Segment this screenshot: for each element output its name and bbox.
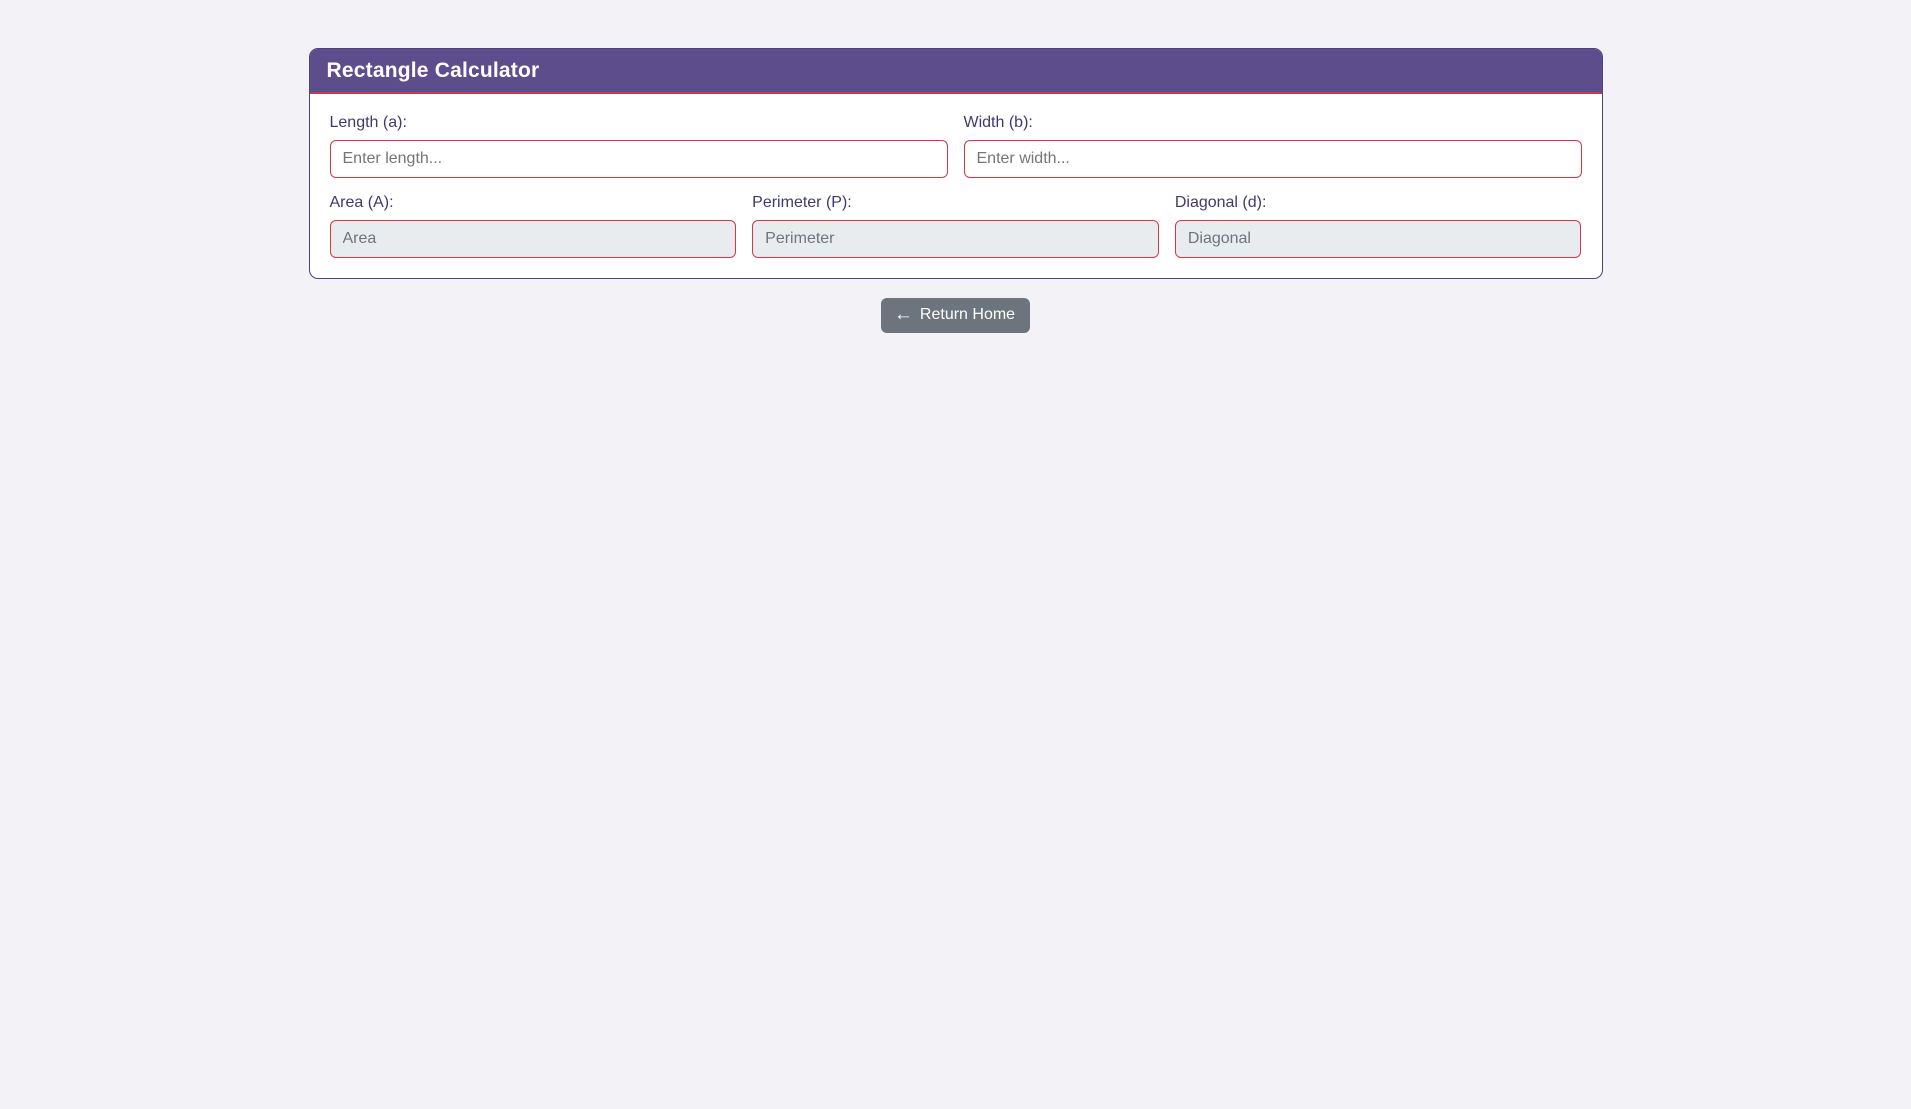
length-input[interactable] bbox=[329, 140, 948, 178]
diagonal-output bbox=[1174, 220, 1582, 258]
area-label: Area (A): bbox=[329, 194, 394, 211]
length-field-group: Length (a): bbox=[329, 114, 948, 178]
area-output bbox=[329, 220, 737, 258]
diagonal-field-group: Diagonal (d): bbox=[1174, 194, 1582, 258]
page-background: { "colors": { "page_bg": "#f2f2f7", "hea… bbox=[0, 48, 1911, 1109]
arrow-left-icon: ← bbox=[893, 303, 913, 325]
rectangle-calculator-card: Rectangle Calculator Length (a): Width (… bbox=[308, 48, 1603, 279]
width-input[interactable] bbox=[963, 140, 1582, 178]
width-label: Width (b): bbox=[963, 114, 1033, 131]
footer-actions: ← Return Home bbox=[309, 298, 1603, 333]
input-row: Length (a): Width (b): bbox=[329, 114, 1582, 178]
perimeter-field-group: Perimeter (P): bbox=[752, 194, 1159, 258]
card-body: Length (a): Width (b): Area (A): Perimet… bbox=[310, 94, 1602, 278]
area-field-group: Area (A): bbox=[329, 194, 737, 258]
empty-page-area bbox=[0, 333, 1911, 1013]
perimeter-output bbox=[752, 220, 1159, 258]
return-home-button[interactable]: ← Return Home bbox=[880, 298, 1031, 333]
card-title: Rectangle Calculator bbox=[309, 49, 1602, 94]
return-home-label: Return Home bbox=[919, 306, 1016, 323]
result-row: Area (A): Perimeter (P): Diagonal (d): bbox=[329, 194, 1582, 258]
length-label: Length (a): bbox=[329, 114, 407, 131]
width-field-group: Width (b): bbox=[963, 114, 1582, 178]
diagonal-label: Diagonal (d): bbox=[1174, 194, 1267, 211]
perimeter-label: Perimeter (P): bbox=[752, 194, 852, 211]
